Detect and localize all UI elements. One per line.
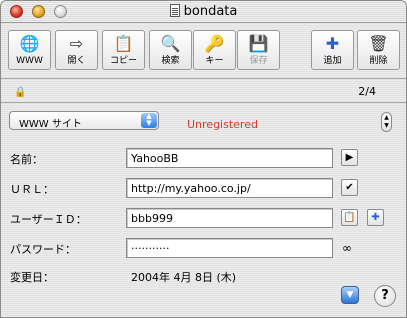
- category-selected: WWW サイト: [19, 119, 82, 130]
- clipboard-icon: 📋: [343, 212, 356, 223]
- title-bar[interactable]: bondata: [1, 1, 406, 23]
- record-position: 2/4: [358, 85, 376, 98]
- name-field[interactable]: YahooBB: [126, 148, 333, 168]
- category-popup[interactable]: WWW サイト ▲ ▼: [9, 111, 159, 130]
- glasses-icon[interactable]: ∞: [342, 241, 352, 255]
- record-stepper[interactable]: ▲ ▼: [381, 112, 392, 132]
- url-label: ＵＲＬ：: [10, 183, 54, 196]
- save-button[interactable]: 💾 保存: [237, 30, 280, 70]
- copy-icon: 📋: [113, 34, 134, 53]
- toolbar: 🌐 WWW ⇨ 開く 📋 コピー 🔍 検索 🔑 キー 💾 保存 ✚ 追加 🗑 削…: [1, 25, 406, 77]
- add-label: 追加: [323, 56, 342, 66]
- modified-label: 変更日：: [10, 271, 54, 284]
- url-check-button[interactable]: ✔: [341, 179, 358, 196]
- status-unregistered: Unregistered: [187, 118, 258, 131]
- copy-button[interactable]: 📋 コピー: [102, 30, 145, 70]
- search-label: 検索: [161, 56, 180, 66]
- window-title-wrap: bondata: [1, 4, 406, 19]
- disclosure-icon: ▼: [346, 290, 354, 300]
- www-label: WWW: [16, 56, 43, 66]
- plus-icon: ✚: [325, 34, 340, 53]
- help-button[interactable]: ?: [374, 285, 396, 307]
- check-icon: ✔: [345, 182, 354, 193]
- www-button[interactable]: 🌐 WWW: [8, 30, 51, 70]
- key-button[interactable]: 🔑 キー: [193, 30, 236, 70]
- document-icon: [169, 4, 180, 17]
- lock-icon[interactable]: 🔒: [14, 87, 26, 98]
- userid-add-button[interactable]: ✚: [367, 209, 384, 226]
- save-label: 保存: [249, 56, 268, 66]
- globe-icon: 🌐: [19, 34, 40, 53]
- record-divider: [1, 102, 406, 103]
- toolbar-divider: [1, 78, 406, 79]
- open-label: 開く: [67, 56, 86, 66]
- key-icon: 🔑: [204, 34, 225, 53]
- delete-label: 削除: [369, 56, 388, 66]
- url-field[interactable]: http://my.yahoo.co.jp/: [126, 178, 333, 198]
- password-field[interactable]: ···········: [126, 238, 333, 258]
- key-label: キー: [205, 56, 224, 66]
- delete-button[interactable]: 🗑 削除: [357, 30, 400, 70]
- modified-date: 2004年 4月 8日 (木): [131, 271, 237, 284]
- plus-icon: ✚: [371, 212, 380, 223]
- userid-label: ユーザーＩＤ：: [10, 213, 87, 226]
- add-button[interactable]: ✚ 追加: [311, 30, 354, 70]
- search-button[interactable]: 🔍 検索: [149, 30, 192, 70]
- open-arrow-icon: ⇨: [69, 34, 84, 53]
- disclosure-button[interactable]: ▼: [341, 286, 359, 304]
- userid-field[interactable]: bbb999: [126, 208, 333, 228]
- trash-icon: 🗑: [368, 34, 389, 53]
- popup-arrows-icon: ▲ ▼: [141, 113, 157, 128]
- name-label: 名前：: [10, 153, 43, 166]
- floppy-disk-icon: 💾: [248, 34, 269, 53]
- app-window: bondata 🌐 WWW ⇨ 開く 📋 コピー 🔍 検索 🔑 キー 💾 保存: [0, 0, 407, 318]
- name-menu-button[interactable]: ▶: [341, 149, 358, 166]
- help-icon: ?: [381, 288, 389, 303]
- window-title: bondata: [183, 4, 238, 19]
- copy-label: コピー: [109, 56, 137, 66]
- search-icon: 🔍: [160, 34, 181, 53]
- open-button[interactable]: ⇨ 開く: [55, 30, 98, 70]
- userid-copy-button[interactable]: 📋: [341, 209, 358, 226]
- password-label: パスワード：: [10, 243, 76, 256]
- play-icon: ▶: [345, 152, 354, 163]
